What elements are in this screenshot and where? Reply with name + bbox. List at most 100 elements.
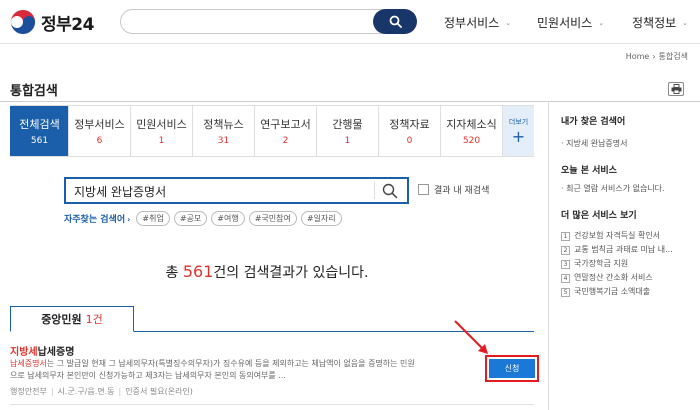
breadcrumb-home[interactable]: Home [626,52,650,61]
frequent-tag[interactable]: #여행 [211,211,245,226]
title-divider [0,101,700,102]
rank-badge: 1 [561,232,570,241]
frequent-tag[interactable]: #공모 [173,211,208,226]
meta-office: 시.군.구/읍.면.동 [57,387,115,396]
more-service-item[interactable]: 1 건강보험 자격득실 확인서 [561,230,660,241]
more-label: 더보기 [508,118,529,126]
tab-policy-data[interactable]: 정책자료 0 [378,106,440,156]
site-header: 정부24 정부서비스 ⌄ 민원서비스 ⌄ 정책정보 ⌄ [0,0,700,44]
search-category-tabs: 전체검색 561 정부서비스 6 민원서비스 1 정책뉴스 31 연구보고서 2… [10,105,534,157]
breadcrumb: Home › 통합검색 [626,51,688,62]
nav-label: 정책정보 [632,16,677,30]
more-service-item[interactable]: 4 연말정산 간소화 서비스 [561,272,653,283]
section-label: 중앙민원 [41,313,82,326]
tab-count: 1 [344,136,351,146]
recent-search-label: 지방세 완납증명서 [566,139,628,148]
frequent-tag[interactable]: #취업 [136,211,170,226]
site-logo[interactable]: 정부24 [10,8,94,36]
rank-badge: 2 [561,246,570,255]
tab-count: 1 [158,136,165,146]
section-tab-central-civil[interactable]: 중앙민원 1건 [10,306,134,332]
tab-label: 정책뉴스 [203,118,244,131]
breadcrumb-current: 통합검색 [658,52,688,61]
printer-icon [671,84,681,94]
print-button[interactable] [668,82,684,96]
tab-label: 전체검색 [19,118,60,131]
search-submit-button[interactable] [381,182,399,203]
tab-count: 520 [462,136,481,146]
more-service-item[interactable]: 5 국민행복기금 소액대출 [561,286,650,297]
rank-badge: 4 [561,274,570,283]
title-highlight: 지방세 [10,347,38,358]
tab-label: 연구보고서 [260,118,311,131]
tab-label: 민원서비스 [136,118,187,131]
recent-search-title: 내가 찾은 검색어 [561,117,626,127]
recent-search-item[interactable]: · 지방세 완납증명서 [561,138,628,149]
nav-label: 민원서비스 [537,16,593,30]
tab-count: 561 [30,136,49,146]
result-item-description: 납세증명서는 그 발급일 현재 그 납세의무자(특별징수의무자)가 징수유예 등… [10,358,430,382]
search-divider [374,182,375,199]
search-query-text: 지방세 완납증명서 [74,185,167,199]
section-count: 1건 [86,311,103,327]
nav-civil-services[interactable]: 민원서비스 ⌄ [537,14,604,31]
header-search-input[interactable] [120,9,416,34]
chevron-right-icon: › [652,52,656,61]
tab-civil-services[interactable]: 민원서비스 1 [130,106,192,156]
meta-separator: | [118,387,122,396]
nav-gov-services[interactable]: 정부서비스 ⌄ [444,14,511,31]
more-service-item[interactable]: 2 교통 범칙금 과태료 미납 내... [561,244,673,255]
apply-button[interactable]: 신청 [489,359,535,378]
tab-publications[interactable]: 간행물 1 [316,106,378,156]
search-icon [382,183,398,199]
nav-label: 정부서비스 [444,16,500,30]
tab-label: 지자체소식 [446,118,497,131]
result-item-divider [10,404,534,405]
tab-label: 정부서비스 [74,118,125,131]
today-viewed-title: 오늘 본 서비스 [561,166,617,176]
tab-count: 2 [282,136,289,146]
taegeuk-logo-icon [10,9,36,35]
desc-line1: 는 그 발급일 현재 그 납세의무자(특별징수의무자)가 징수유예 등을 제외하… [46,359,415,368]
checkbox-box[interactable] [418,184,429,195]
today-viewed-label: 최근 열람 서비스가 없습니다. [566,184,665,193]
service-label: 국민행복기금 소액대출 [574,287,651,296]
rank-badge: 3 [561,260,570,269]
rank-badge: 5 [561,288,570,297]
section-count-num: 1 [85,313,93,326]
nav-policy-info[interactable]: 정책정보 ⌄ [632,14,688,31]
title-rest: 납세증명 [37,347,75,358]
frequent-label-text: 자주찾는 검색어 [64,215,126,225]
chevron-right-icon: › [127,215,131,224]
result-count: 561 [182,262,214,281]
frequent-tag[interactable]: #일자리 [300,211,342,226]
refine-search-checkbox[interactable]: 결과 내 재검색 [418,183,489,196]
tab-policy-news[interactable]: 정책뉴스 31 [192,106,254,156]
frequent-label: 자주찾는 검색어 › [64,212,130,225]
tab-label: 정책자료 [389,118,430,131]
tab-local-news[interactable]: 지자체소식 520 [440,106,502,156]
main-search-input[interactable]: 지방세 완납증명서 [64,177,409,204]
plus-icon: + [511,127,526,146]
tab-all[interactable]: 전체검색 561 [10,106,68,156]
annotation-arrow-icon [454,320,488,354]
result-item-meta: 행정안전부 | 시.군.구/읍.면.동 | 인증서 필요(온라인) [10,386,193,397]
tab-count: 6 [96,136,103,146]
result-summary: 총 561건의 검색결과가 있습니다. [0,262,534,282]
result-item-title[interactable]: 지방세납세증명 [10,343,74,358]
today-viewed-empty: · 최근 열람 서비스가 없습니다. [561,184,665,193]
desc-highlight: 납세증명서 [10,359,47,368]
result-suffix: 건의 검색결과가 있습니다. [213,265,369,281]
tab-more-button[interactable]: 더보기 + [502,106,534,156]
tab-count: 31 [217,136,230,146]
tab-gov-services[interactable]: 정부서비스 6 [68,106,130,156]
more-service-item[interactable]: 3 국가장학금 지원 [561,258,628,269]
tab-count: 0 [406,136,413,146]
frequent-tag[interactable]: #국민참여 [248,211,297,226]
page-title: 통합검색 [10,84,58,99]
meta-separator: | [50,387,54,396]
tab-research-reports[interactable]: 연구보고서 2 [254,106,316,156]
header-search-button[interactable] [373,9,417,34]
service-label: 국가장학금 지원 [574,259,629,268]
meta-agency: 행정안전부 [10,387,47,396]
